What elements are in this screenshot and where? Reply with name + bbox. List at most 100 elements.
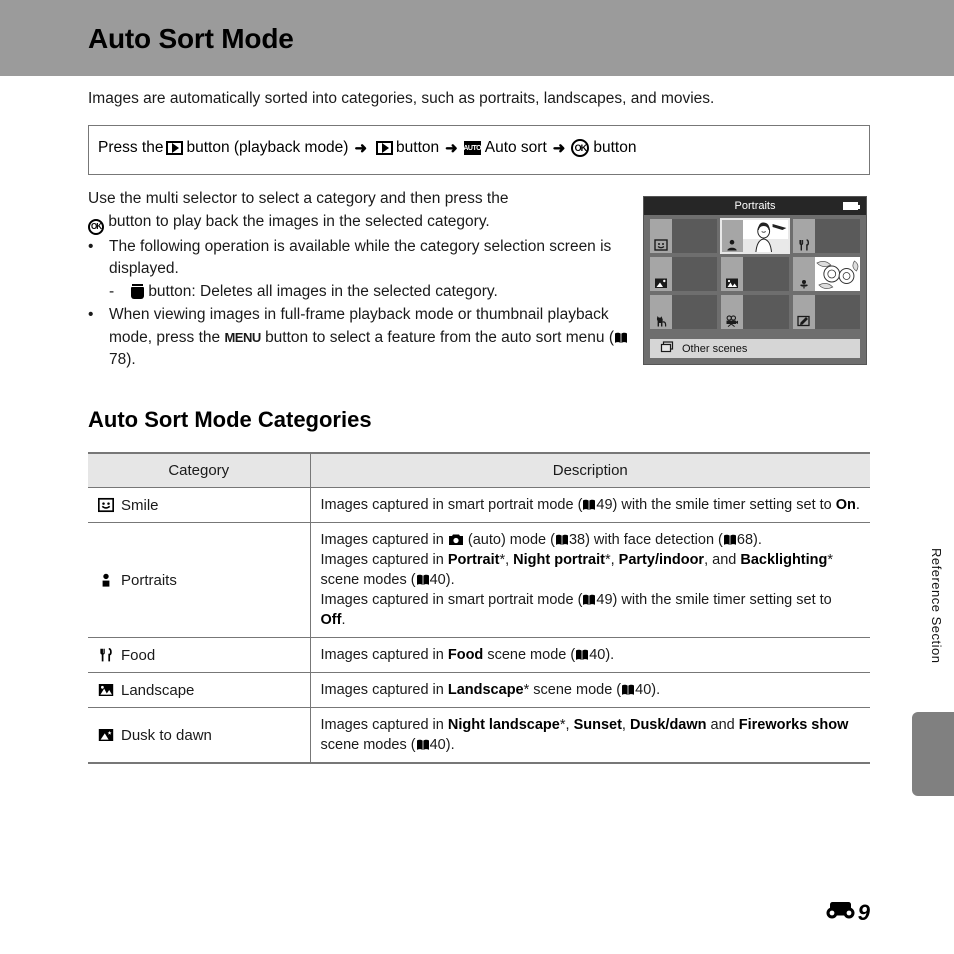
steps-seg3: button bbox=[593, 139, 637, 156]
category-label: Landscape bbox=[121, 681, 195, 699]
grid-cell-retouched[interactable] bbox=[792, 295, 860, 329]
cell-category: Food bbox=[88, 637, 311, 673]
column-header-description: Description bbox=[310, 452, 870, 488]
sub-dash-marker: - bbox=[109, 282, 115, 300]
cell-description: Images captured in smart portrait mode (… bbox=[310, 487, 870, 523]
bullet-marker-2: • bbox=[88, 306, 94, 324]
battery-icon bbox=[843, 202, 860, 210]
manual-page: Auto Sort Mode Images are automatically … bbox=[0, 0, 954, 954]
retouched-icon bbox=[792, 295, 815, 329]
category-label: Portraits bbox=[121, 571, 177, 589]
other-scenes-label: Other scenes bbox=[682, 342, 748, 355]
bullet-2-ref: 78 bbox=[109, 351, 127, 369]
other-scenes-bar[interactable]: Other scenes bbox=[650, 339, 860, 358]
grid-thumb bbox=[672, 295, 718, 329]
lcd-title: Portraits bbox=[734, 200, 776, 212]
camera-screen-illustration: Portraits Other scenes bbox=[643, 196, 867, 365]
food-icon bbox=[98, 647, 114, 663]
menu-button-icon: MENU bbox=[224, 329, 261, 345]
other-scenes-icon bbox=[660, 340, 674, 358]
body-line-1b: button to play back the images in the se… bbox=[108, 212, 490, 230]
grid-thumb bbox=[814, 295, 860, 329]
dusk-to-dawn-icon bbox=[98, 727, 114, 743]
landscape-icon bbox=[98, 682, 114, 698]
page-title: Auto Sort Mode bbox=[88, 23, 294, 54]
reference-section-tab bbox=[912, 712, 954, 796]
table-row: Smile Images captured in smart portrait m… bbox=[88, 487, 870, 523]
cell-description: Images captured in Night landscape*, Sun… bbox=[310, 707, 870, 764]
trash-icon bbox=[131, 283, 144, 299]
grid-thumb-flower-photo bbox=[814, 257, 860, 291]
grid-cell-smile[interactable] bbox=[650, 219, 718, 253]
smile-icon bbox=[98, 497, 114, 513]
steps-line: Press the button (playback mode) ➜ butto… bbox=[98, 139, 636, 157]
cell-category: Dusk to dawn bbox=[88, 707, 311, 764]
category-label: Smile bbox=[121, 496, 159, 514]
grid-thumb bbox=[743, 295, 789, 329]
grid-cell-pet-portrait[interactable] bbox=[650, 295, 718, 329]
grid-cell-food[interactable] bbox=[792, 219, 860, 253]
table-body: Smile Images captured in smart portrait m… bbox=[88, 487, 870, 764]
body-line-1: Use the multi selector to select a categ… bbox=[88, 188, 628, 235]
ok-button-icon-inline: OK bbox=[88, 218, 104, 235]
grid-thumb bbox=[743, 257, 789, 291]
pet-portrait-icon bbox=[650, 295, 672, 329]
intro-paragraph: Images are automatically sorted into cat… bbox=[88, 90, 715, 107]
bullet-item-1: • The following operation is available w… bbox=[88, 236, 628, 281]
steps-seg2: button bbox=[396, 139, 440, 156]
page-footer: 9 bbox=[825, 899, 870, 926]
grid-cell-movie[interactable] bbox=[721, 295, 789, 329]
book-icon-ref bbox=[614, 332, 628, 344]
arrow-icon-2: ➜ bbox=[445, 140, 458, 157]
page-number: 9 bbox=[857, 899, 870, 925]
category-label: Food bbox=[121, 646, 156, 664]
sub-1-text: button: Deletes all images in the select… bbox=[131, 281, 628, 304]
playback-icon bbox=[166, 141, 184, 155]
bullet-2c: ). bbox=[126, 351, 136, 369]
steps-auto-label: Auto sort bbox=[484, 139, 547, 156]
food-icon bbox=[792, 219, 815, 253]
steps-box: Press the button (playback mode) ➜ butto… bbox=[88, 125, 870, 175]
dusk-to-dawn-icon bbox=[650, 257, 672, 291]
portraits-icon bbox=[98, 572, 114, 588]
grid-cell-close-up[interactable] bbox=[792, 257, 860, 291]
landscape-icon bbox=[721, 257, 744, 291]
grid-thumb-portrait-photo bbox=[743, 219, 789, 253]
body-text: Use the multi selector to select a categ… bbox=[88, 188, 628, 372]
portraits-icon bbox=[721, 219, 744, 253]
grid-cell-dusk-to-dawn[interactable] bbox=[650, 257, 718, 291]
cell-description: Images captured in (auto) mode (38) with… bbox=[310, 522, 870, 638]
grid-cell-portraits[interactable] bbox=[720, 218, 790, 254]
reference-section-icon bbox=[825, 899, 857, 926]
bullet-marker: • bbox=[88, 237, 94, 255]
playback-icon-2 bbox=[376, 141, 394, 155]
steps-prefix: Press the bbox=[98, 139, 164, 156]
sub-item-1: - button: Deletes all images in the sele… bbox=[109, 281, 628, 304]
bullet-2b: button to select a feature from the auto… bbox=[265, 328, 615, 346]
cell-category: Portraits bbox=[88, 522, 311, 638]
cell-category: Smile bbox=[88, 487, 311, 523]
movie-icon bbox=[721, 295, 744, 329]
grid-thumb bbox=[672, 219, 718, 253]
table-row: Dusk to dawn Images captured in Night lan… bbox=[88, 707, 870, 764]
sub-1-label: button: Deletes all images in the select… bbox=[148, 282, 498, 300]
grid-thumb bbox=[672, 257, 718, 291]
table-row: Landscape Images captured in Landscape* s… bbox=[88, 672, 870, 708]
category-label: Dusk to dawn bbox=[121, 726, 212, 744]
grid-cell-landscape[interactable] bbox=[721, 257, 789, 291]
bullet-item-2: • When viewing images in full-frame play… bbox=[88, 304, 628, 372]
arrow-icon-3: ➜ bbox=[552, 140, 566, 157]
category-grid bbox=[650, 218, 860, 329]
cell-description: Images captured in Landscape* scene mode… bbox=[310, 672, 870, 708]
auto-sort-icon: AUTO bbox=[463, 141, 482, 155]
grid-thumb bbox=[814, 219, 860, 253]
close-up-icon bbox=[792, 257, 815, 291]
column-header-category: Category bbox=[88, 452, 311, 488]
smile-icon bbox=[650, 219, 672, 253]
cell-description: Images captured in Food scene mode (40). bbox=[310, 637, 870, 673]
arrow-icon-1: ➜ bbox=[354, 140, 368, 157]
bullet-2-text: When viewing images in full-frame playba… bbox=[109, 304, 628, 372]
lcd-title-bar: Portraits bbox=[644, 197, 866, 215]
table-row: Portraits Images captured in (auto) mode … bbox=[88, 522, 870, 638]
bullet-1-text: The following operation is available whi… bbox=[109, 237, 612, 278]
